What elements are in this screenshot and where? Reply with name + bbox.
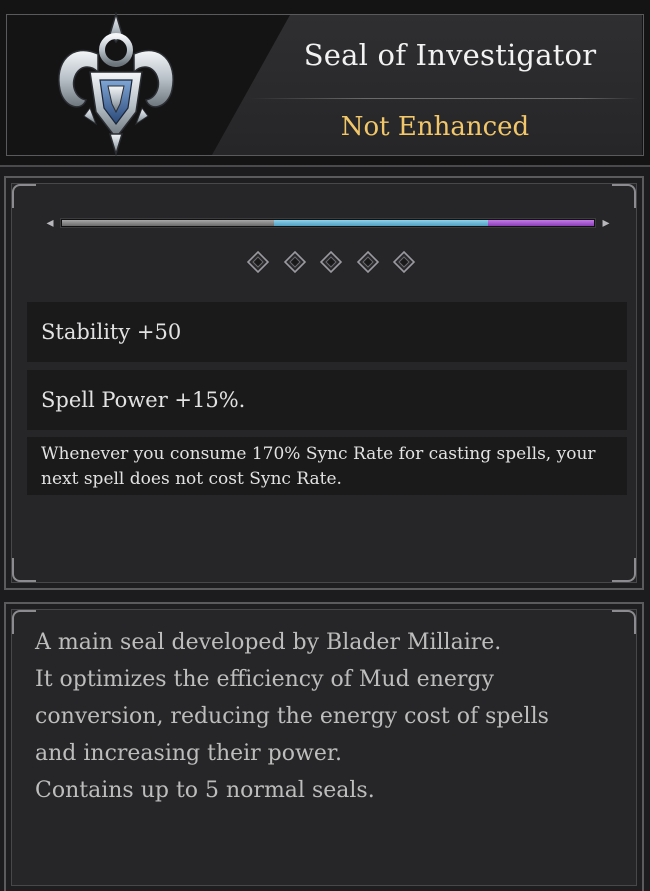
diamond-slot-icon[interactable] (356, 250, 380, 274)
description-line: It optimizes the efficiency of Mud energ… (35, 667, 494, 692)
stat-sync-effect: Whenever you consume 170% Sync Rate for … (27, 437, 627, 495)
panel-corner-ornament (12, 558, 36, 582)
panel-corner-ornament (612, 610, 636, 634)
description-line: conversion, reducing the energy cost of … (35, 704, 549, 729)
description-line: A main seal developed by Blader Millaire… (35, 630, 502, 655)
description-line: Contains up to 5 normal seals. (35, 778, 375, 803)
bar-segment-blue (274, 220, 488, 226)
enhance-status: Not Enhanced (340, 112, 530, 142)
bar-segment-purple (488, 220, 594, 226)
bar-track (60, 218, 596, 228)
stats-panel: ◂ ▸ Stability +50 Spell Power +15%. When… (4, 176, 644, 590)
bar-left-cap-icon: ◂ (46, 215, 54, 231)
sync-rate-bar: ◂ ▸ (44, 212, 612, 234)
item-header: Seal of Investigator Not Enhanced (0, 0, 650, 167)
panel-corner-ornament (12, 184, 36, 208)
stat-spell-power: Spell Power +15%. (27, 370, 627, 430)
diamond-slot-icon[interactable] (246, 250, 270, 274)
description-line: and increasing their power. (35, 741, 342, 766)
header-divider (248, 98, 638, 99)
panel-corner-ornament (612, 558, 636, 582)
diamond-slot-icon[interactable] (392, 250, 416, 274)
diamond-slot-icon[interactable] (319, 250, 343, 274)
stat-stability: Stability +50 (27, 302, 627, 362)
item-description: A main seal developed by Blader Millaire… (35, 624, 615, 809)
item-name: Seal of Investigator (303, 38, 597, 72)
seal-slot-row (246, 250, 416, 276)
diamond-slot-icon[interactable] (283, 250, 307, 274)
horned-crest-icon (58, 12, 174, 156)
bar-segment-grey (62, 220, 274, 226)
description-panel: A main seal developed by Blader Millaire… (4, 602, 644, 891)
panel-corner-ornament (612, 184, 636, 208)
bar-right-cap-icon: ▸ (602, 215, 610, 231)
panel-corner-ornament (12, 610, 36, 634)
